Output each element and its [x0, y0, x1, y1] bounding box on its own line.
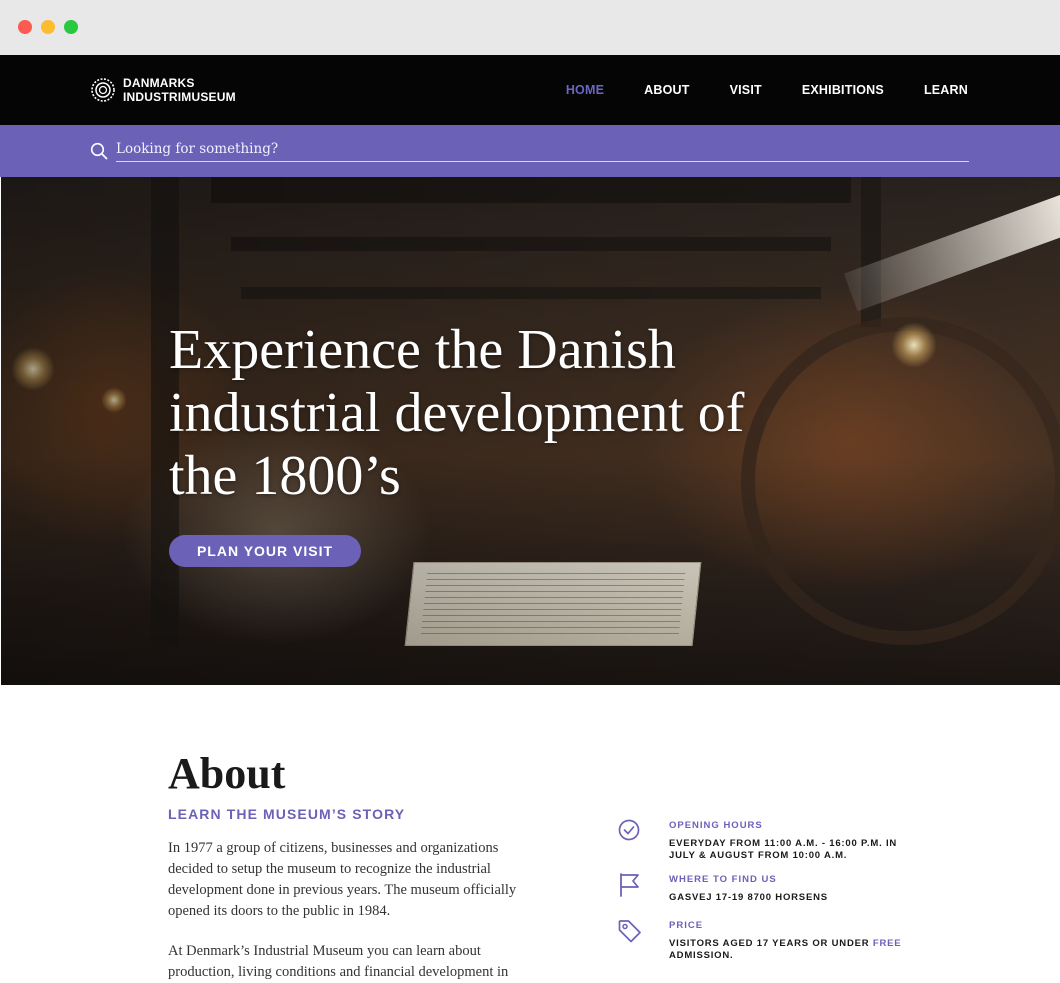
price-free-highlight: FREE [872, 938, 902, 949]
flag-icon [620, 873, 639, 897]
about-title: About [168, 749, 286, 798]
maximize-window-button[interactable] [64, 20, 78, 34]
nav-exhibitions[interactable]: EXHIBITIONS [802, 83, 884, 97]
price-value-text: VISITORS AGED 17 YEARS OR UNDER [669, 938, 870, 949]
about-paragraph-2: At Denmark’s Industrial Museum you can l… [168, 943, 509, 980]
close-window-button[interactable] [18, 20, 32, 34]
nav-learn[interactable]: LEARN [924, 83, 968, 97]
brand-line-1: DANMARKS [123, 76, 195, 90]
brand-name: DANMARKS INDUSTRIMUSEUM [123, 76, 236, 104]
opening-hours-label: OPENING HOURS [669, 820, 763, 831]
nav-home[interactable]: HOME [566, 83, 604, 97]
price-label: PRICE [669, 920, 704, 931]
hero-banner: Experience the Danish industrial develop… [1, 177, 1060, 685]
gear-logo-icon [91, 78, 115, 102]
clock-check-icon [618, 819, 640, 841]
price-value-suffix: ADMISSION. [669, 950, 734, 961]
price-tag-icon [618, 920, 641, 943]
location-value: GASVEJ 17-19 8700 HORSENS [669, 892, 828, 903]
main-nav: HOME ABOUT VISIT EXHIBITIONS LEARN [526, 55, 968, 125]
brand-logo[interactable]: DANMARKS INDUSTRIMUSEUM [90, 76, 236, 104]
price-value: VISITORS AGED 17 YEARS OR UNDER FREE ADM… [669, 938, 909, 962]
about-paragraph-1: In 1977 a group of citizens, businesses … [168, 840, 517, 919]
plan-your-visit-button[interactable]: PLAN YOUR VISIT [169, 535, 361, 567]
nav-about[interactable]: ABOUT [644, 83, 689, 97]
hero-title: Experience the Danish industrial develop… [169, 319, 745, 507]
search-input[interactable] [116, 137, 969, 162]
search-bar [0, 125, 1060, 177]
opening-hours-value: EVERYDAY FROM 11:00 A.M. - 16:00 P.M. IN… [669, 838, 898, 861]
minimize-window-button[interactable] [41, 20, 55, 34]
about-subtitle: LEARN THE MUSEUM’S STORY [168, 806, 406, 822]
brand-line-2: INDUSTRIMUSEUM [123, 90, 236, 104]
browser-chrome [0, 0, 1060, 55]
top-navbar: DANMARKS INDUSTRIMUSEUM HOME ABOUT VISIT… [0, 55, 1060, 125]
search-icon[interactable] [90, 142, 108, 160]
location-label: WHERE TO FIND US [669, 874, 777, 885]
nav-visit[interactable]: VISIT [730, 83, 762, 97]
